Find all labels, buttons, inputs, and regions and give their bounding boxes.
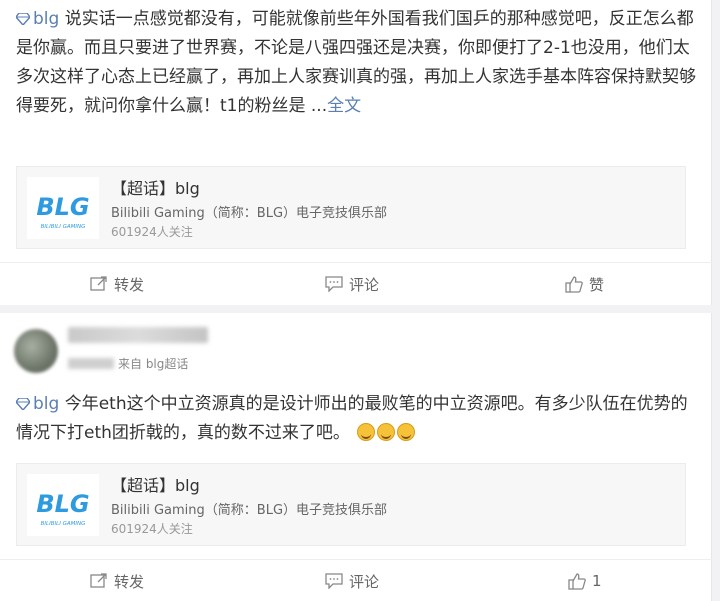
blg-logo: BLG BILIBILI GAMING	[27, 474, 99, 536]
blg-logo: BLG BILIBILI GAMING	[27, 177, 99, 239]
repost-icon	[90, 573, 107, 588]
post-text: 今年eth这个中立资源真的是设计师出的最败笔的中立资源吧。有多少队伍在优势的情况…	[16, 394, 688, 443]
comment-label: 评论	[349, 275, 380, 294]
comment-label: 评论	[349, 572, 380, 591]
logo-text: BLG	[36, 193, 89, 221]
weibo-post-1: blg 说实话一点感觉都没有，可能就像前些年外国看我们国乒的那种感觉吧，反正怎么…	[0, 0, 712, 305]
diamond-icon	[16, 13, 30, 25]
post-body: blg 今年eth这个中立资源真的是设计师出的最败笔的中立资源吧。有多少队伍在优…	[16, 390, 696, 448]
repost-label: 转发	[114, 572, 145, 591]
post-meta: 来自 blg超话	[68, 355, 188, 372]
like-label: 赞	[589, 275, 605, 294]
topic-subtitle: Bilibili Gaming（简称：BLG）电子竞技俱乐部	[111, 503, 388, 518]
topic-tag-link[interactable]: blg	[16, 394, 65, 414]
post-source[interactable]: 来自 blg超话	[118, 357, 188, 371]
read-more-link[interactable]: 全文	[327, 96, 361, 116]
weibo-post-2: 来自 blg超话 blg 今年eth这个中立资源真的是设计师出的最败笔的中立资源…	[0, 313, 712, 601]
like-icon	[565, 275, 583, 293]
like-button[interactable]: 赞	[565, 264, 604, 304]
repost-button[interactable]: 转发	[90, 561, 144, 601]
comment-button[interactable]: 评论	[325, 561, 379, 601]
post-time-blurred	[68, 358, 114, 369]
laugh-cry-emoji-icon	[357, 423, 376, 441]
logo-text: BLG	[36, 490, 89, 518]
comment-icon	[325, 276, 343, 292]
post-body: blg 说实话一点感觉都没有，可能就像前些年外国看我们国乒的那种感觉吧，反正怎么…	[16, 5, 696, 121]
repost-button[interactable]: 转发	[90, 264, 144, 304]
like-button[interactable]: 1	[568, 561, 602, 601]
comment-icon	[325, 573, 343, 589]
super-topic-card[interactable]: BLG BILIBILI GAMING 【超话】blg Bilibili Gam…	[16, 463, 686, 546]
laugh-cry-emoji-icon	[377, 423, 396, 441]
like-icon	[568, 572, 586, 590]
logo-subtext: BILIBILI GAMING	[41, 224, 86, 230]
super-topic-card[interactable]: BLG BILIBILI GAMING 【超话】blg Bilibili Gam…	[16, 166, 686, 249]
topic-tag-link[interactable]: blg	[16, 9, 65, 29]
divider	[0, 262, 712, 263]
topic-followers: 601924人关注	[111, 225, 193, 239]
topic-followers: 601924人关注	[111, 522, 193, 536]
diamond-icon	[16, 398, 30, 410]
divider	[0, 559, 712, 560]
post-header: 来自 blg超话	[0, 313, 712, 385]
laugh-cry-emoji-icon	[397, 423, 416, 441]
logo-subtext: BILIBILI GAMING	[41, 521, 86, 527]
topic-subtitle: Bilibili Gaming（简称：BLG）电子竞技俱乐部	[111, 206, 388, 221]
topic-tag-label: blg	[33, 9, 60, 29]
topic-title[interactable]: 【超话】blg	[111, 472, 200, 496]
comment-button[interactable]: 评论	[325, 264, 379, 304]
repost-icon	[90, 276, 107, 291]
action-bar: 转发 评论 1	[0, 561, 712, 601]
username-blurred[interactable]	[68, 327, 208, 343]
topic-tag-label: blg	[33, 394, 60, 414]
repost-label: 转发	[114, 275, 145, 294]
action-bar: 转发 评论 赞	[0, 264, 712, 304]
avatar[interactable]	[14, 329, 58, 373]
like-count: 1	[592, 572, 602, 590]
topic-title[interactable]: 【超话】blg	[111, 175, 200, 199]
